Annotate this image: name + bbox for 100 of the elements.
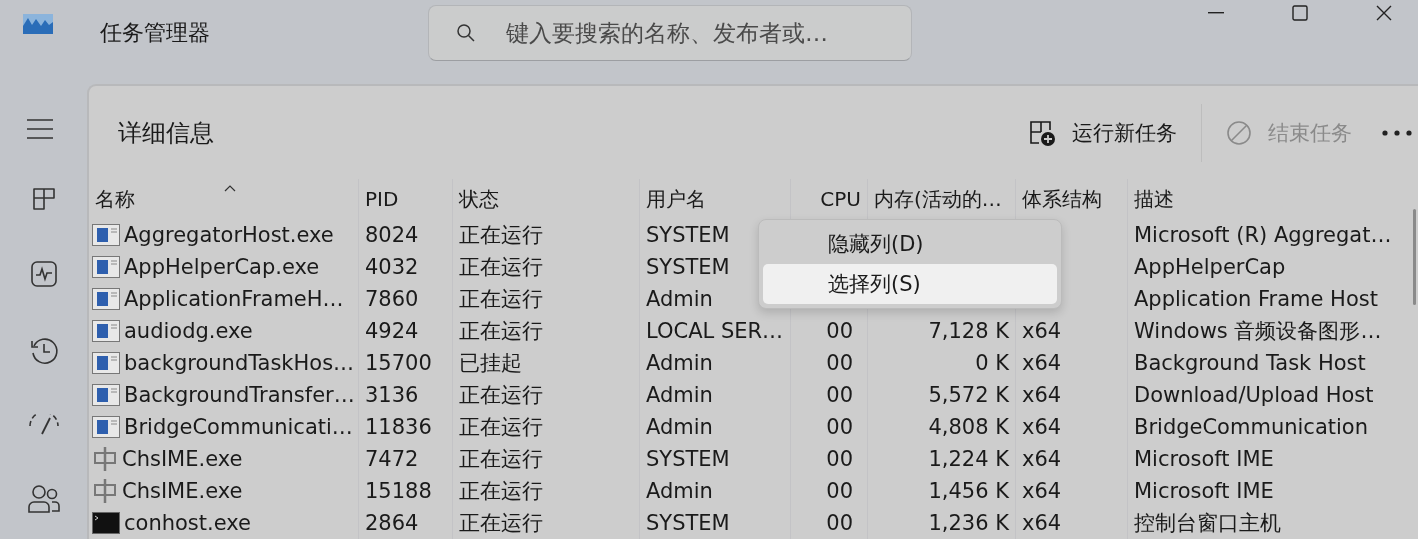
cpu-cell: 00 <box>826 415 853 439</box>
pid-cell: 4032 <box>358 251 452 283</box>
architecture-cell: x64 <box>1022 511 1062 535</box>
prohibited-icon <box>1226 119 1252 146</box>
description-cell: Application Frame Host <box>1127 283 1407 315</box>
pid-cell: 7860 <box>358 283 452 315</box>
ime-icon <box>92 478 118 504</box>
history-icon[interactable] <box>28 336 59 366</box>
user-cell: Admin <box>639 475 790 507</box>
architecture-cell: x64 <box>1022 383 1062 407</box>
memory-cell: 4,808 K <box>928 415 1009 439</box>
user-cell: LOCAL SER… <box>639 315 790 347</box>
memory-cell: 1,236 K <box>928 511 1009 535</box>
status-cell: 正在运行 <box>452 219 639 251</box>
window-icon <box>92 256 120 278</box>
column-header[interactable]: 状态 <box>452 179 639 219</box>
window-icon <box>92 416 120 438</box>
architecture-cell: x64 <box>1022 447 1062 471</box>
memory-cell: 7,128 K <box>928 319 1009 343</box>
gauge-icon[interactable] <box>27 414 60 436</box>
ime-icon <box>92 446 118 472</box>
page-title: 详细信息 <box>118 117 214 149</box>
description-cell: Microsoft IME <box>1127 475 1407 507</box>
more-icon[interactable] <box>1382 129 1412 136</box>
new-task-icon <box>1028 118 1056 147</box>
architecture-cell: x64 <box>1022 319 1062 343</box>
sort-ascending-icon <box>223 185 236 192</box>
app-logo-icon <box>23 14 53 34</box>
architecture-cell: x64 <box>1022 351 1062 375</box>
column-header[interactable]: 描述 <box>1127 179 1407 219</box>
status-cell: 正在运行 <box>452 251 639 283</box>
process-name-cell: ChsIME.exe <box>89 443 358 475</box>
status-cell: 正在运行 <box>452 475 639 507</box>
architecture-cell: x64 <box>1022 415 1062 439</box>
description-cell: Windows 音频设备图形… <box>1127 315 1407 347</box>
close-icon[interactable] <box>1376 5 1392 21</box>
user-cell: Admin <box>639 379 790 411</box>
process-name-cell: AggregatorHost.exe <box>89 219 358 251</box>
user-cell: SYSTEM <box>639 443 790 475</box>
cpu-cell: 00 <box>826 511 853 535</box>
window-icon <box>92 320 120 342</box>
window-icon <box>92 288 120 310</box>
process-name-cell: BackgroundTransfer… <box>89 379 358 411</box>
process-name-cell: ChsIME.exe <box>89 475 358 507</box>
menu-item[interactable]: 选择列(S) <box>763 264 1057 304</box>
memory-cell: 0 K <box>975 351 1009 375</box>
search-field[interactable]: 键入要搜索的名称、发布者或… <box>428 5 912 61</box>
process-name-cell: conhost.exe <box>89 507 358 539</box>
window-icon <box>92 224 120 246</box>
process-name-cell: audiodg.exe <box>89 315 358 347</box>
user-cell: SYSTEM <box>639 507 790 539</box>
console-icon <box>92 512 120 534</box>
process-name-cell: backgroundTaskHos… <box>89 347 358 379</box>
window-title: 任务管理器 <box>100 19 210 47</box>
process-name-cell: BridgeCommunicati… <box>89 411 358 443</box>
window-icon <box>92 352 120 374</box>
column-header[interactable]: PID <box>358 179 452 219</box>
status-cell: 正在运行 <box>452 315 639 347</box>
pid-cell: 11836 <box>358 411 452 443</box>
memory-cell: 5,572 K <box>928 383 1009 407</box>
run-new-task-button[interactable]: 运行新任务 <box>1016 104 1189 161</box>
description-cell: Background Task Host <box>1127 347 1407 379</box>
memory-cell: 1,456 K <box>928 479 1009 503</box>
description-cell: Download/Upload Host <box>1127 379 1407 411</box>
architecture-cell: x64 <box>1022 479 1062 503</box>
pid-cell: 7472 <box>358 443 452 475</box>
process-name-cell: AppHelperCap.exe <box>89 251 358 283</box>
minimize-icon[interactable] <box>1208 12 1224 14</box>
maximize-icon[interactable] <box>1292 5 1308 21</box>
grid-icon[interactable] <box>30 186 57 212</box>
process-name-cell: ApplicationFrameH… <box>89 283 358 315</box>
pulse-icon[interactable] <box>29 260 58 288</box>
cpu-cell: 00 <box>826 319 853 343</box>
description-cell: 控制台窗口主机 <box>1127 507 1407 539</box>
window-icon <box>92 384 120 406</box>
column-header[interactable]: 名称 <box>89 179 358 219</box>
status-cell: 正在运行 <box>452 379 639 411</box>
cpu-cell: 00 <box>826 383 853 407</box>
pid-cell: 15700 <box>358 347 452 379</box>
cpu-cell: 00 <box>826 351 853 375</box>
pid-cell: 2864 <box>358 507 452 539</box>
status-cell: 正在运行 <box>452 283 639 315</box>
description-cell: AppHelperCap <box>1127 251 1407 283</box>
pid-cell: 15188 <box>358 475 452 507</box>
user-cell: Admin <box>639 347 790 379</box>
pid-cell: 8024 <box>358 219 452 251</box>
users-icon[interactable] <box>27 484 60 514</box>
description-cell: Microsoft IME <box>1127 443 1407 475</box>
description-cell: Microsoft (R) Aggregat… <box>1127 219 1407 251</box>
status-cell: 正在运行 <box>452 443 639 475</box>
pid-cell: 4924 <box>358 315 452 347</box>
cpu-cell: 00 <box>826 447 853 471</box>
scrollbar[interactable] <box>1413 209 1416 305</box>
status-cell: 已挂起 <box>452 347 639 379</box>
status-cell: 正在运行 <box>452 411 639 443</box>
status-cell: 正在运行 <box>452 507 639 539</box>
pid-cell: 3136 <box>358 379 452 411</box>
menu-icon[interactable] <box>25 118 54 140</box>
cpu-cell: 00 <box>826 479 853 503</box>
description-cell: BridgeCommunication <box>1127 411 1407 443</box>
